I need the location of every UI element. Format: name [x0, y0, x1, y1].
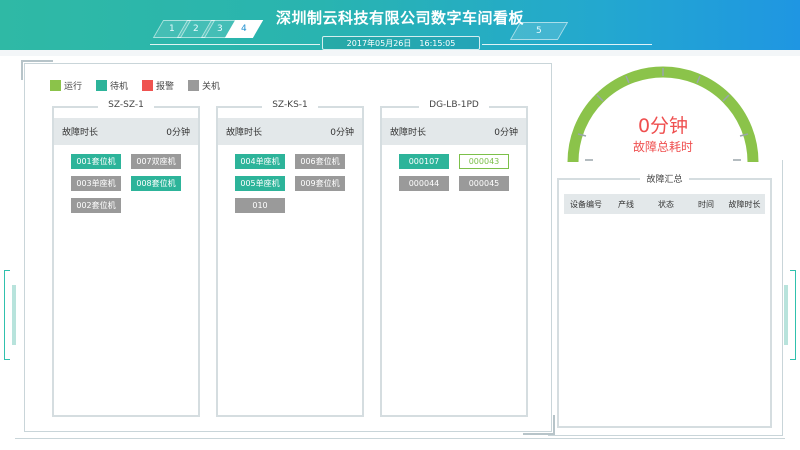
fault-duration-label: 故障时长	[390, 128, 427, 138]
line-group-dg-lb-1pd: DG-LB-1PD 故障时长 0分钟 000107 000043 000044 …	[380, 100, 528, 417]
column-header: 故障时长	[728, 199, 761, 209]
machine-tile[interactable]: 000043	[459, 154, 509, 169]
fault-summary-panel: 故障汇总 设备编号 产线 状态 时间 故障时长	[557, 175, 772, 428]
machine-tile[interactable]: 009套位机	[295, 176, 345, 191]
group-title: DG-LB-1PD	[419, 100, 489, 110]
machine-tile[interactable]: 008套位机	[131, 176, 181, 191]
summary-table-header: 设备编号 产线 状态 时间 故障时长	[564, 194, 765, 214]
line-group-sz-ks-1: SZ-KS-1 故障时长 0分钟 004单座机 006套位机 005单座机 00…	[216, 100, 364, 417]
left-side-decoration	[4, 270, 10, 360]
column-header: 设备编号	[570, 199, 602, 209]
machine-tile[interactable]: 004单座机	[235, 154, 285, 169]
column-header: 时间	[698, 199, 714, 209]
machine-grid: 004单座机 006套位机 005单座机 009套位机 010	[218, 154, 362, 213]
legend-swatch-standby	[96, 80, 108, 91]
group-title: SZ-KS-1	[262, 100, 318, 110]
machine-tile[interactable]: 002套位机	[71, 198, 121, 213]
time-text: 16:15:05	[419, 38, 456, 48]
legend-swatch-running	[50, 80, 61, 91]
fault-duration-label: 故障时长	[226, 128, 263, 138]
status-legend: 运行 待机 报警 关机	[50, 79, 220, 92]
legend-swatch-alarm	[142, 80, 154, 91]
header-notch	[0, 50, 800, 56]
machine-tile[interactable]: 007双座机	[131, 154, 181, 169]
date-text: 2017年05月26日	[346, 38, 412, 48]
machine-grid: 000107 000043 000044 000045	[382, 154, 526, 191]
machine-tile[interactable]: 000045	[459, 176, 509, 191]
left-side-bar	[12, 285, 16, 345]
fault-duration-bar: 故障时长 0分钟	[218, 118, 362, 145]
right-side-decoration	[790, 270, 796, 360]
fault-duration-label: 故障时长	[62, 128, 99, 138]
page-title: 深圳制云科技有限公司数字车间看板	[275, 9, 524, 27]
legend-swatch-off	[188, 80, 200, 91]
machine-tile[interactable]: 006套位机	[295, 154, 345, 169]
bottom-divider	[15, 438, 785, 439]
header-line-right	[482, 44, 652, 45]
datetime-display: 2017年05月26日 16:15:05	[322, 36, 480, 50]
machine-grid: 001套位机 007双座机 003单座机 008套位机 002套位机	[54, 154, 198, 213]
summary-title: 故障汇总	[640, 175, 689, 185]
machine-tile[interactable]: 005单座机	[235, 176, 285, 191]
legend-item-standby: 待机	[96, 79, 128, 92]
legend-item-off: 关机	[188, 79, 220, 92]
legend-item-running: 运行	[50, 79, 82, 92]
machine-tile[interactable]: 000044	[399, 176, 449, 191]
line-group-sz-sz-1: SZ-SZ-1 故障时长 0分钟 001套位机 007双座机 003单座机 00…	[52, 100, 200, 417]
fault-duration-value: 0分钟	[494, 128, 518, 138]
group-title: SZ-SZ-1	[98, 100, 154, 110]
machine-tile[interactable]: 000107	[399, 154, 449, 169]
column-header: 产线	[618, 199, 634, 209]
header-line-left	[150, 44, 320, 45]
legend-item-alarm: 报警	[142, 79, 174, 92]
fault-duration-bar: 故障时长 0分钟	[54, 118, 198, 145]
machine-tile[interactable]: 003单座机	[71, 176, 121, 191]
fault-duration-value: 0分钟	[166, 128, 190, 138]
machine-tile[interactable]: 001套位机	[71, 154, 121, 169]
fault-duration-value: 0分钟	[330, 128, 354, 138]
gauge-label: 故障总耗时	[632, 140, 693, 154]
right-side-bar	[784, 285, 788, 345]
fault-duration-bar: 故障时长 0分钟	[382, 118, 526, 145]
column-header: 状态	[658, 199, 674, 209]
machine-tile[interactable]: 010	[235, 198, 285, 213]
gauge-value: 0分钟	[637, 115, 689, 137]
